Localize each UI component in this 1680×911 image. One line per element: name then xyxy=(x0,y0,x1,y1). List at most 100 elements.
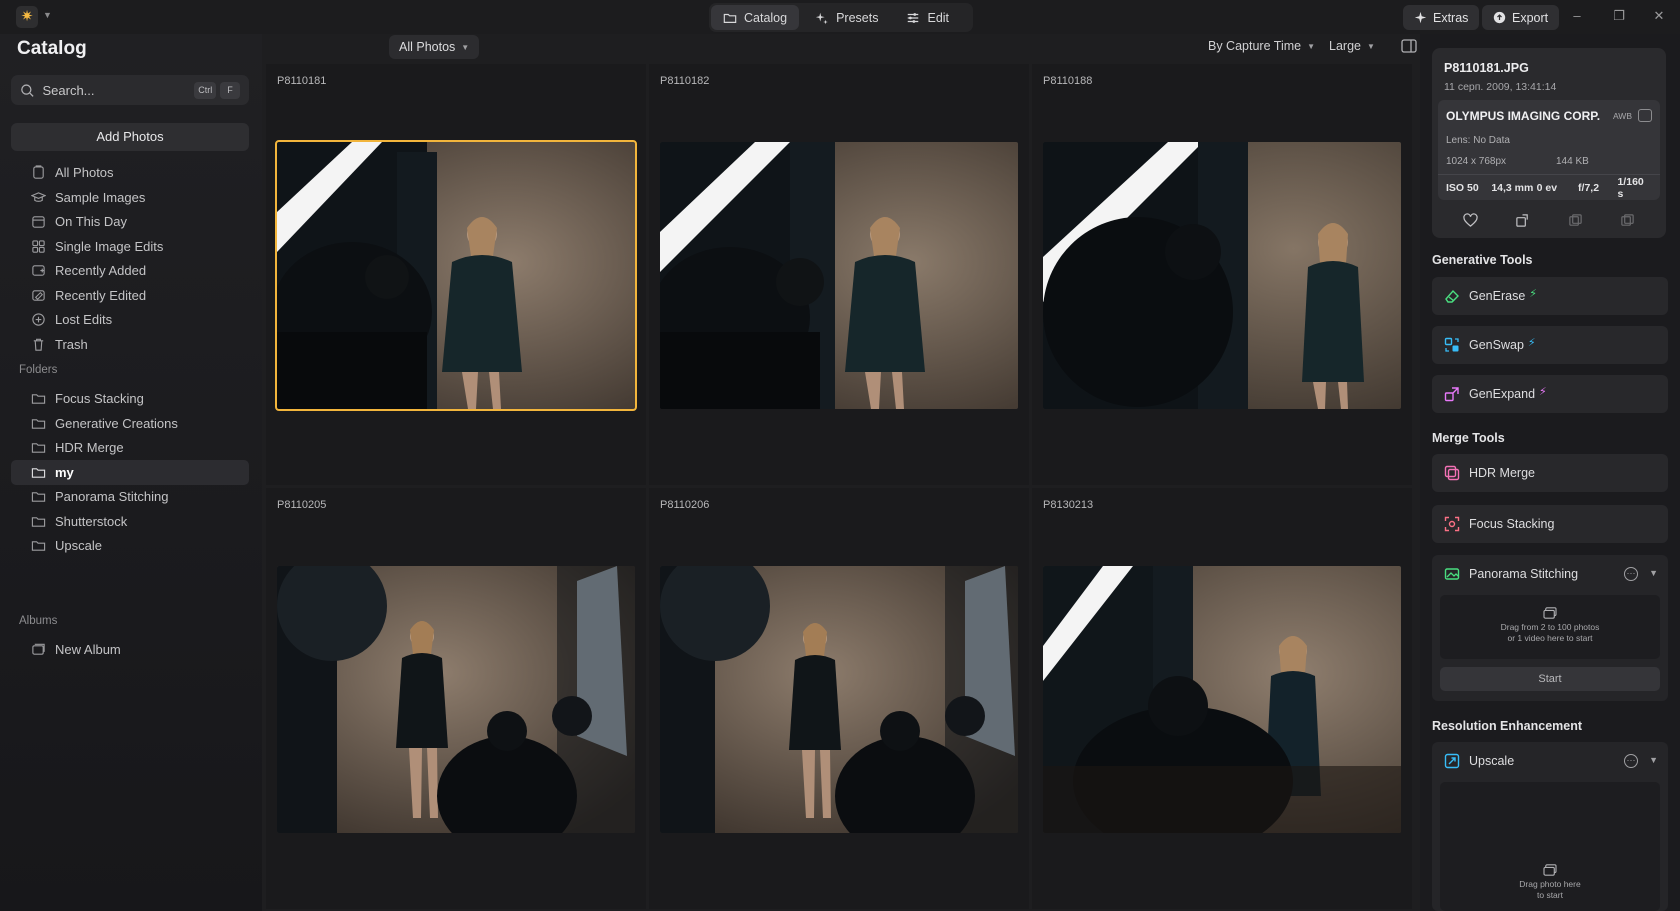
upscale-panel: Upscale ··· ▼ Drag photo here to start xyxy=(1432,742,1668,911)
photo-thumbnail[interactable] xyxy=(660,566,1018,833)
filter-dropdown[interactable]: All Photos ▼ xyxy=(389,35,480,59)
photo-thumbnail[interactable] xyxy=(275,140,637,411)
sidebar-item-label: On This Day xyxy=(55,214,128,229)
more-options-icon[interactable]: ··· xyxy=(1624,567,1638,581)
tool-label: GenErase xyxy=(1469,289,1526,303)
exif-iso: ISO 50 xyxy=(1446,181,1479,194)
search-input[interactable] xyxy=(42,82,191,98)
info-filename: P8110181.JPG xyxy=(1444,61,1529,75)
restore-icon[interactable]: ❐ xyxy=(1611,8,1627,24)
photo-cell[interactable]: P8130213 xyxy=(1032,488,1412,909)
drop-hint-line1: Drag photo here xyxy=(1519,879,1581,889)
sidebar-item-recently-added[interactable]: Recently Added xyxy=(11,258,249,283)
bolt-icon: ⚡ xyxy=(1539,385,1547,398)
export-label: Export xyxy=(1512,10,1549,25)
folder-icon xyxy=(31,541,46,551)
folders-heading: Folders xyxy=(19,364,58,376)
exif-row: ISO 50 14,3 mm 0 ev f/7,2 1/160 s xyxy=(1438,174,1660,200)
sidebar-item-all-photos[interactable]: All Photos xyxy=(11,160,249,185)
more-options-icon[interactable]: ··· xyxy=(1624,754,1638,768)
expand-icon xyxy=(1444,387,1459,402)
sidebar-folder-my[interactable]: my xyxy=(11,460,249,485)
search-box[interactable]: Ctrl F xyxy=(11,75,249,105)
tool-label: Panorama Stitching xyxy=(1469,567,1579,581)
photo-cell[interactable]: P8110206 xyxy=(649,488,1029,909)
copy-icon[interactable] xyxy=(1620,213,1635,228)
sidebar-item-sample-images[interactable]: Sample Images xyxy=(11,185,249,210)
tab-edit[interactable]: Edit xyxy=(894,5,961,30)
exif-panel: OLYMPUS IMAGING CORP. AWB Lens: No Data … xyxy=(1438,100,1660,200)
export-icon xyxy=(1493,11,1506,24)
rotate-icon[interactable] xyxy=(1515,213,1530,228)
photo-name: P8110205 xyxy=(277,499,327,511)
heart-icon[interactable] xyxy=(1463,212,1478,228)
add-photos-button[interactable]: Add Photos xyxy=(11,123,249,151)
app-logo-icon[interactable]: ✷ xyxy=(16,6,38,28)
albums-heading: Albums xyxy=(19,615,58,627)
sidebar-item-label: Trash xyxy=(55,337,88,352)
size-dropdown[interactable]: Large ▼ xyxy=(1329,39,1375,53)
photo-thumbnail[interactable] xyxy=(660,142,1018,409)
upscale-drop-zone[interactable]: Drag photo here to start xyxy=(1440,782,1660,911)
compare-icon[interactable] xyxy=(1568,213,1583,228)
upscale-header[interactable]: Upscale ··· ▼ xyxy=(1432,742,1668,780)
white-balance: AWB xyxy=(1612,111,1632,121)
minimize-icon[interactable]: – xyxy=(1569,8,1585,23)
tool-label: Focus Stacking xyxy=(1469,517,1555,531)
close-icon[interactable]: ✕ xyxy=(1651,8,1667,24)
genswap-button[interactable]: GenSwap ⚡ xyxy=(1432,326,1668,364)
extras-label: Extras xyxy=(1433,10,1469,25)
panorama-drop-zone[interactable]: Drag from 2 to 100 photos or 1 video her… xyxy=(1440,595,1660,659)
sidebar-folder-focus-stacking[interactable]: Focus Stacking xyxy=(11,386,249,411)
sidebar-folder-panorama-stitching[interactable]: Panorama Stitching xyxy=(11,484,249,509)
sidebar-item-new-album[interactable]: New Album xyxy=(11,637,249,662)
panorama-stitching-header[interactable]: Panorama Stitching ··· ▼ xyxy=(1432,555,1668,593)
hdr-merge-button[interactable]: HDR Merge xyxy=(1432,454,1668,492)
chevron-down-icon[interactable]: ▼ xyxy=(1649,568,1658,578)
sidebar-folder-hdr-merge[interactable]: HDR Merge xyxy=(11,435,249,460)
drop-hint-line2: or 1 video here to start xyxy=(1507,633,1593,643)
tool-label: GenSwap xyxy=(1469,338,1524,352)
sidebar-item-trash[interactable]: Trash xyxy=(11,332,249,357)
sidebar-folder-shutterstock[interactable]: Shutterstock xyxy=(11,509,249,534)
exif-ev: 0 ev xyxy=(1536,181,1558,194)
sort-dropdown[interactable]: By Capture Time ▼ xyxy=(1208,39,1315,53)
sidebar-item-recently-edited[interactable]: Recently Edited xyxy=(11,283,249,308)
sidebar-folder-generative-creations[interactable]: Generative Creations xyxy=(11,411,249,436)
chevron-down-icon[interactable]: ▼ xyxy=(43,10,52,20)
sidebar-item-lost-edits[interactable]: Lost Edits xyxy=(11,307,249,332)
photo-name: P8110181 xyxy=(277,75,327,87)
generase-button[interactable]: GenErase ⚡ xyxy=(1432,277,1668,315)
tab-label: Presets xyxy=(836,10,879,25)
merge-tools-heading: Merge Tools xyxy=(1432,431,1505,445)
chevron-down-icon[interactable]: ▼ xyxy=(1649,755,1658,765)
image-stack-icon xyxy=(1543,607,1557,619)
photo-cell[interactable]: P8110181 xyxy=(266,64,646,485)
photo-cell[interactable]: P8110182 xyxy=(649,64,1029,485)
tab-catalog[interactable]: Catalog xyxy=(711,5,800,30)
sidebar-item-single-image-edits[interactable]: Single Image Edits xyxy=(11,234,249,259)
photo-cell[interactable]: P8110188 xyxy=(1032,64,1412,485)
folder-icon xyxy=(31,517,46,527)
extras-button[interactable]: Extras xyxy=(1403,5,1480,30)
photo-thumbnail[interactable] xyxy=(1043,566,1401,833)
photo-thumbnail[interactable] xyxy=(1043,142,1401,409)
photo-thumbnail[interactable] xyxy=(277,566,635,833)
export-button[interactable]: Export xyxy=(1482,5,1560,30)
focus-stacking-button[interactable]: Focus Stacking xyxy=(1432,505,1668,543)
sidebar-folder-upscale[interactable]: Upscale xyxy=(11,533,249,558)
mode-tabs: Catalog Presets Edit xyxy=(709,3,973,32)
photo-cell[interactable]: P8110205 xyxy=(266,488,646,909)
sidebar-item-on-this-day[interactable]: On This Day xyxy=(11,209,249,234)
sparkle-icon xyxy=(815,12,828,24)
chevron-down-icon: ▼ xyxy=(1366,41,1375,51)
panorama-start-button[interactable]: Start xyxy=(1440,667,1660,691)
trash-icon xyxy=(33,338,44,351)
sidebar-item-label: Lost Edits xyxy=(55,312,113,327)
search-icon xyxy=(21,83,34,97)
toggle-panel-icon[interactable] xyxy=(1401,39,1417,53)
genexpand-button[interactable]: GenExpand ⚡ xyxy=(1432,375,1668,413)
album-icon xyxy=(32,643,45,655)
folder-icon xyxy=(31,443,46,453)
tab-presets[interactable]: Presets xyxy=(803,5,890,30)
